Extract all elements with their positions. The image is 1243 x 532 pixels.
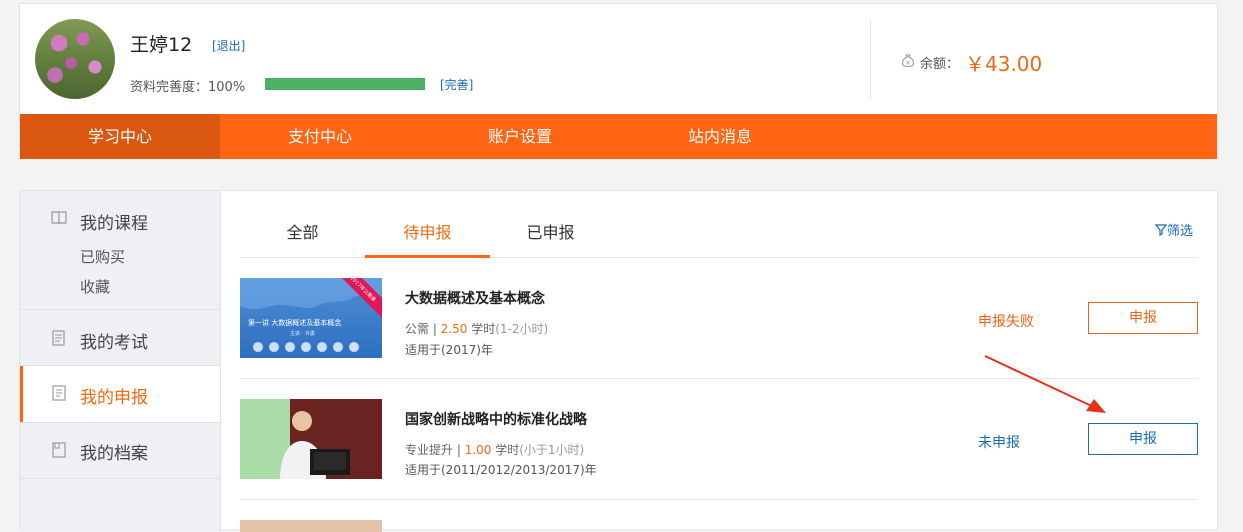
sidebar: 我的课程 已购买 收藏 我的考试 我的申报 我的档案 [20, 191, 221, 531]
sidebar-my-reports[interactable]: 我的申报 [80, 383, 148, 408]
completeness-progress-bar [265, 78, 425, 90]
course-applicable-years: 适用于(2011/2012/2013/2017)年 [405, 463, 597, 477]
nav-account-settings[interactable]: 账户设置 [420, 114, 620, 159]
active-tab-underline [365, 255, 490, 258]
course-duration: (小于1小时) [519, 443, 585, 457]
report-status-failed: 申报失败 [978, 314, 1034, 330]
exam-paper-icon [52, 330, 65, 346]
sidebar-divider [20, 478, 220, 479]
sidebar-my-exams[interactable]: 我的考试 [80, 328, 148, 353]
username: 王婷12 [130, 34, 193, 56]
main-nav: 学习中心 支付中心 账户设置 站内消息 [20, 114, 1217, 159]
course-applicable-years: 适用于(2017)年 [405, 343, 493, 357]
archive-icon [52, 442, 66, 458]
balance-label: 余额： [920, 57, 960, 72]
main-panel: 我的课程 已购买 收藏 我的考试 我的申报 我的档案 全部 待申报 已申报 筛选… [19, 190, 1218, 532]
course-title[interactable]: 大数据概述及基本概念 [405, 288, 545, 308]
course-category: 专业提升 [405, 443, 454, 457]
filter-label: 筛选 [1167, 224, 1194, 239]
filter-button[interactable]: 筛选 [1154, 220, 1194, 239]
sidebar-my-archive[interactable]: 我的档案 [80, 439, 148, 464]
course-thumbnail-art [240, 399, 382, 479]
filter-icon [1154, 224, 1168, 236]
profile-header: 王婷12 [退出] 资料完善度：100% [完善] ¥ 余额： ￥43.00 学… [19, 3, 1218, 159]
course-title[interactable]: 国家创新战略中的标准化战略 [405, 409, 587, 429]
nav-learning-center[interactable]: 学习中心 [20, 114, 220, 159]
row-divider [240, 499, 1198, 500]
course-hours: 2.50 [440, 322, 468, 336]
course-category: 公需 [405, 322, 430, 336]
course-thumbnail[interactable] [240, 520, 382, 532]
completeness-progress-fill [265, 78, 425, 90]
course-meta: 专业提升 | 1.00 学时(小于1小时) [405, 441, 584, 458]
course-thumbnail-art: 第一讲 大数据概述及基本概念 主讲：许勇 2017年公需课 [240, 278, 382, 353]
hours-unit: 学时 [491, 443, 520, 457]
tab-reported[interactable]: 已申报 [488, 219, 613, 243]
report-button[interactable]: 申报 [1088, 423, 1198, 455]
report-button[interactable]: 申报 [1088, 302, 1198, 334]
profile-completeness-label: 资料完善度：100% [130, 80, 246, 95]
tab-pending[interactable]: 待申报 [365, 219, 490, 243]
money-bag-icon: ¥ [902, 54, 914, 67]
sidebar-divider [20, 309, 220, 310]
nav-site-messages[interactable]: 站内消息 [620, 114, 820, 159]
book-icon [51, 211, 67, 225]
thumbnail-title: 第一讲 大数据概述及基本概念 [248, 318, 341, 327]
meta-separator: | [429, 322, 441, 336]
svg-text:¥: ¥ [906, 60, 910, 67]
course-meta: 公需 | 2.50 学时(1-2小时) [405, 320, 548, 337]
list-document-icon [52, 385, 66, 401]
avatar [35, 19, 115, 99]
course-thumbnail[interactable] [240, 399, 382, 479]
hours-unit: 学时 [467, 322, 496, 336]
course-thumbnail[interactable]: 第一讲 大数据概述及基本概念 主讲：许勇 2017年公需课 [240, 278, 382, 358]
course-hours: 1.00 [464, 443, 492, 457]
report-status-not-reported: 未申报 [978, 435, 1020, 451]
sidebar-purchased[interactable]: 已购买 [80, 246, 125, 267]
meta-separator: | [453, 443, 465, 457]
logout-link[interactable]: [退出] [212, 37, 245, 54]
course-duration: (1-2小时) [495, 322, 549, 336]
tab-all[interactable]: 全部 [240, 219, 365, 243]
sidebar-my-courses[interactable]: 我的课程 [80, 209, 148, 234]
complete-profile-link[interactable]: [完善] [440, 76, 473, 93]
thumbnail-lecturer: 主讲：许勇 [290, 330, 315, 337]
nav-payment-center[interactable]: 支付中心 [220, 114, 420, 159]
annotation-arrow-icon [984, 355, 1106, 413]
sidebar-favorites[interactable]: 收藏 [80, 276, 110, 297]
sidebar-divider [20, 422, 220, 423]
header-divider [870, 19, 871, 99]
balance-amount: ￥43.00 [965, 52, 1043, 76]
